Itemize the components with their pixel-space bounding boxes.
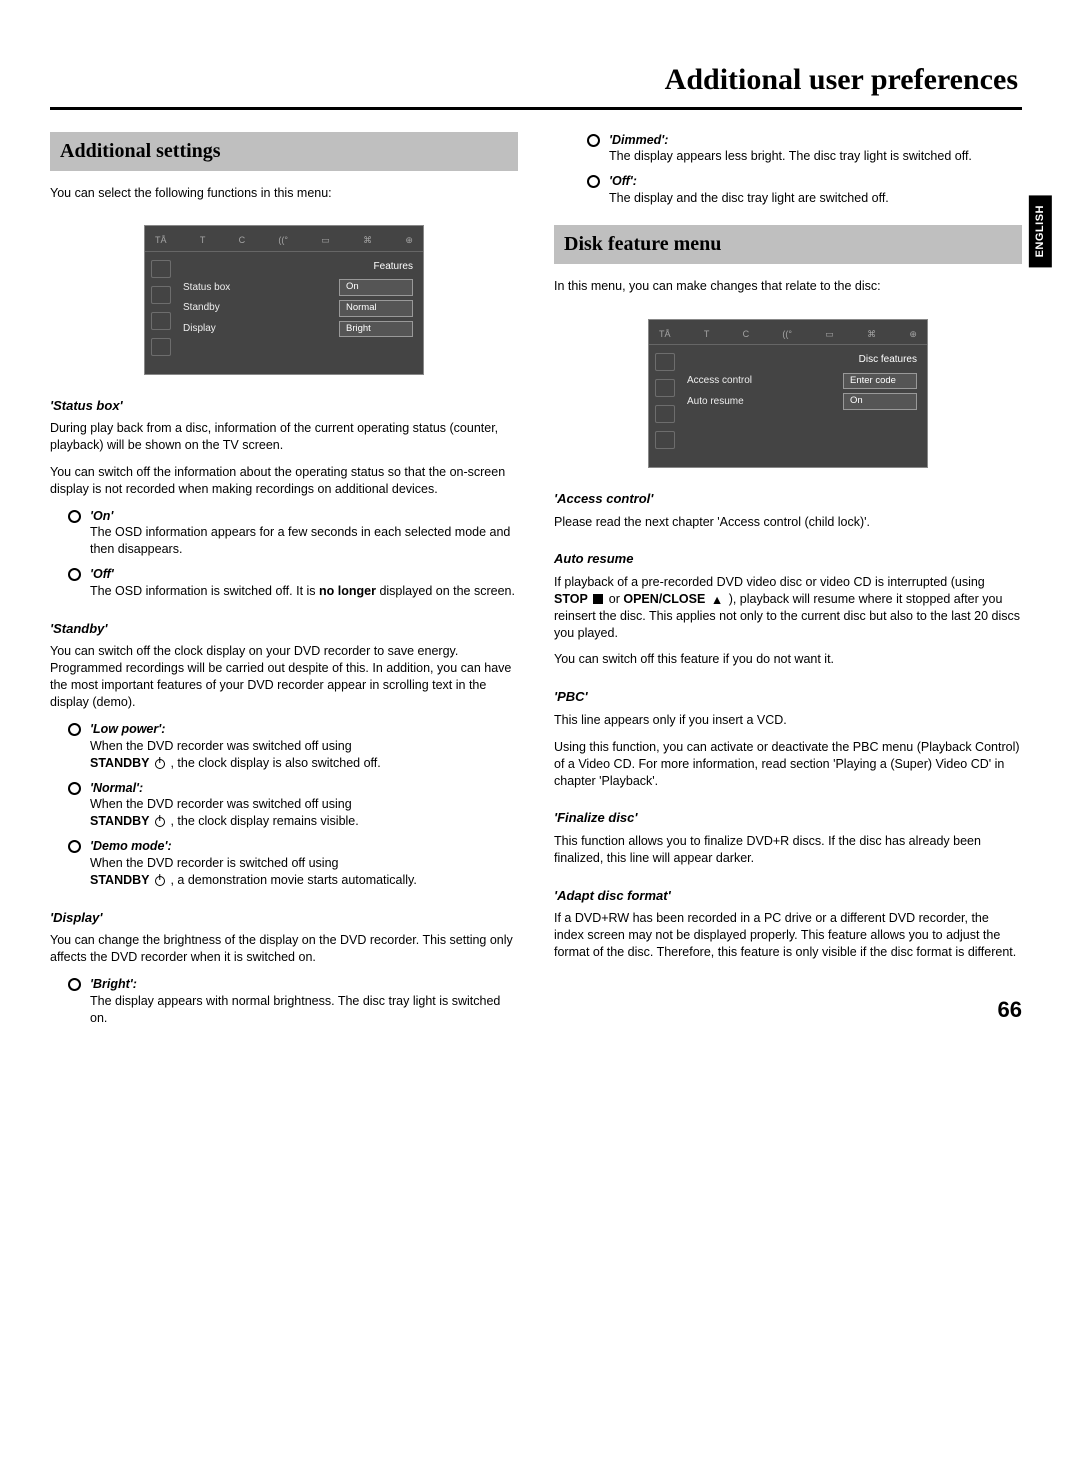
osd-features: TÅTC((°▭⌘⊕ Features Status box On — [144, 225, 424, 374]
standby-para: You can switch off the clock display on … — [50, 643, 518, 711]
heading-finalize-disc: 'Finalize disc' — [554, 809, 1022, 827]
page-number: 66 — [998, 995, 1022, 1025]
option-bright: 'Bright': The display appears with norma… — [90, 976, 518, 1027]
option-demo-mode: 'Demo mode': When the DVD recorder is sw… — [90, 838, 518, 889]
standby-icon — [155, 876, 165, 886]
status-box-para: During play back from a disc, informatio… — [50, 420, 518, 454]
finalize-para: This function allows you to finalize DVD… — [554, 833, 1022, 867]
option-normal: 'Normal': When the DVD recorder was swit… — [90, 780, 518, 831]
left-column: Additional settings You can select the f… — [50, 132, 518, 1035]
settings-intro: You can select the following functions i… — [50, 185, 518, 202]
right-column: 'Dimmed': The display appears less brigh… — [554, 132, 1022, 1035]
standby-icon — [155, 759, 165, 769]
option-dimmed: 'Dimmed': The display appears less brigh… — [609, 132, 1022, 166]
heading-pbc: 'PBC' — [554, 688, 1022, 706]
pbc-para: This line appears only if you insert a V… — [554, 712, 1022, 729]
stop-icon — [593, 594, 603, 604]
osd-sidebar-icon — [655, 405, 675, 423]
option-off: 'Off' The OSD information is switched of… — [90, 566, 518, 600]
disk-intro: In this menu, you can make changes that … — [554, 278, 1022, 295]
heading-display: 'Display' — [50, 909, 518, 927]
option-display-off: 'Off': The display and the disc tray lig… — [609, 173, 1022, 207]
osd-top-icons: TÅTC((°▭⌘⊕ — [649, 326, 927, 345]
heading-auto-resume: Auto resume — [554, 550, 1022, 568]
title-rule — [50, 107, 1022, 110]
osd-row: Display Bright — [183, 321, 413, 338]
osd-row: Standby Normal — [183, 300, 413, 317]
access-control-para: Please read the next chapter 'Access con… — [554, 514, 1022, 531]
osd-sidebar-icon — [151, 312, 171, 330]
auto-resume-para2: You can switch off this feature if you d… — [554, 651, 1022, 668]
heading-standby: 'Standby' — [50, 620, 518, 638]
osd-top-icons: TÅTC((°▭⌘⊕ — [145, 232, 423, 251]
heading-status-box: 'Status box' — [50, 397, 518, 415]
osd-row: Status box On — [183, 279, 413, 296]
auto-resume-para: If playback of a pre-recorded DVD video … — [554, 574, 1022, 642]
osd-title: Features — [183, 260, 413, 274]
option-on: 'On' The OSD information appears for a f… — [90, 508, 518, 559]
osd-sidebar-icon — [151, 338, 171, 356]
option-low-power: 'Low power': When the DVD recorder was s… — [90, 721, 518, 772]
adapt-para: If a DVD+RW has been recorded in a PC dr… — [554, 910, 1022, 961]
osd-sidebar-icon — [655, 379, 675, 397]
language-tab: ENGLISH — [1029, 195, 1052, 267]
osd-row: Auto resume On — [687, 393, 917, 410]
osd-row: Access control Enter code — [687, 373, 917, 390]
status-box-para: You can switch off the information about… — [50, 464, 518, 498]
section-additional-settings: Additional settings — [50, 132, 518, 171]
heading-access-control: 'Access control' — [554, 490, 1022, 508]
display-para: You can change the brightness of the dis… — [50, 932, 518, 966]
osd-sidebar-icon — [151, 286, 171, 304]
osd-disc-features: TÅTC((°▭⌘⊕ Disc features Access control … — [648, 319, 928, 468]
section-disk-feature: Disk feature menu — [554, 225, 1022, 264]
osd-title: Disc features — [687, 353, 917, 367]
page-title: Additional user preferences — [50, 60, 1022, 101]
eject-icon: ▲ — [711, 594, 723, 607]
pbc-para2: Using this function, you can activate or… — [554, 739, 1022, 790]
osd-sidebar-icon — [655, 353, 675, 371]
standby-icon — [155, 817, 165, 827]
osd-sidebar-icon — [151, 260, 171, 278]
osd-sidebar-icon — [655, 431, 675, 449]
heading-adapt-disc-format: 'Adapt disc format' — [554, 887, 1022, 905]
